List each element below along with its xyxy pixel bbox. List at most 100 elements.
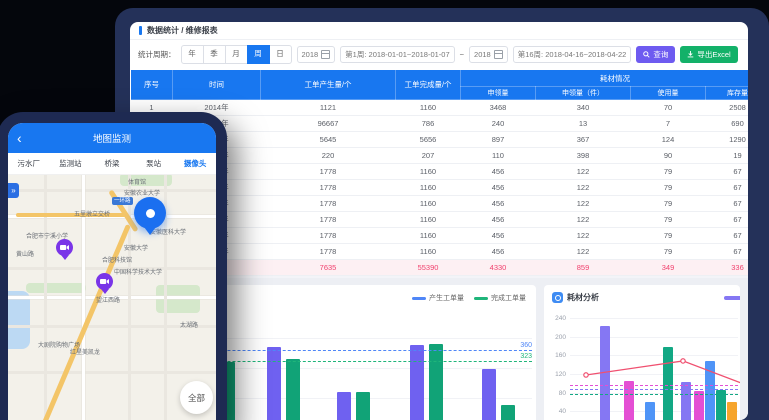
- breadcrumb-text: 数据统计 / 维修报表: [147, 25, 218, 36]
- y-tick-label: 120: [546, 371, 566, 378]
- y-tick-label: 200: [546, 334, 566, 341]
- sub-col-header: 申领量（件）: [536, 87, 631, 100]
- table-cell: 786: [396, 116, 461, 132]
- period-label: 统计周期：: [138, 49, 176, 60]
- table-cell: 207: [396, 148, 461, 164]
- bar-generated: [410, 345, 424, 420]
- map-road: [8, 371, 216, 374]
- col-header: 序号: [131, 70, 173, 100]
- table-cell: 1160: [396, 212, 461, 228]
- table-cell: 1778: [261, 212, 396, 228]
- period-option-季[interactable]: 季: [203, 45, 226, 64]
- phone-tab-摄像头[interactable]: 摄像头: [174, 158, 216, 169]
- table-cell: 1160: [396, 164, 461, 180]
- table-cell: 124: [631, 132, 706, 148]
- table-cell: 90: [631, 148, 706, 164]
- bar-generated: [337, 392, 351, 420]
- sub-col-header: 使用量: [631, 87, 706, 100]
- table-cell: 1778: [261, 228, 396, 244]
- breadcrumb-accent-bar: [139, 26, 142, 35]
- map-label: 安徽农业大学: [124, 188, 160, 197]
- y-tick-label: 240: [546, 315, 566, 322]
- table-cell: 456: [461, 180, 536, 196]
- table-cell: 3468: [461, 100, 536, 116]
- export-excel-button[interactable]: 导出Excel: [680, 46, 737, 63]
- table-cell: 67: [706, 244, 749, 260]
- map-label: 太湖路: [180, 320, 198, 329]
- camera-pin[interactable]: [96, 273, 113, 290]
- table-cell: 456: [461, 196, 536, 212]
- table-cell: 1160: [396, 228, 461, 244]
- period-option-月[interactable]: 月: [225, 45, 248, 64]
- table-cell: 456: [461, 212, 536, 228]
- legend-label: 完成工单量: [491, 293, 526, 303]
- table-cell: 122: [536, 228, 631, 244]
- road-badge: 一环路: [112, 197, 133, 205]
- chart-legend: 产生工单量 完成工单量: [412, 293, 526, 303]
- markline-value: 360: [520, 342, 532, 349]
- table-cell: 13: [536, 116, 631, 132]
- phone-tab-监测站[interactable]: 监测站: [50, 158, 92, 169]
- bar-completed: [501, 405, 515, 420]
- range-separator: ~: [460, 50, 464, 59]
- table-cell: 1160: [396, 100, 461, 116]
- table-cell: 67: [706, 196, 749, 212]
- summary-cell: 336: [706, 260, 749, 276]
- legend-swatch: [724, 296, 740, 300]
- bar-completed: [356, 392, 370, 420]
- legend-item[interactable]: 产生工单量: [412, 293, 464, 303]
- table-cell: 220: [261, 148, 396, 164]
- period-option-周[interactable]: 周: [247, 45, 270, 64]
- table-cell: 96667: [261, 116, 396, 132]
- legend-item[interactable]: 完成工单量: [474, 293, 526, 303]
- card-title: 耗材分析: [567, 292, 599, 303]
- table-cell: 122: [536, 212, 631, 228]
- start-year-select[interactable]: 2018: [297, 46, 336, 63]
- end-year-select[interactable]: 2018: [469, 46, 508, 63]
- drawer-toggle-icon[interactable]: »: [8, 183, 19, 198]
- table-cell: 110: [461, 148, 536, 164]
- start-week-input[interactable]: 第1周: 2018-01-01~2018-01-07: [340, 46, 454, 63]
- table-cell: 79: [631, 212, 706, 228]
- table-cell: 1778: [261, 164, 396, 180]
- table-cell: 122: [536, 180, 631, 196]
- period-option-日[interactable]: 日: [269, 45, 292, 64]
- calendar-icon: [494, 50, 503, 59]
- map-road: [128, 175, 131, 420]
- table-cell: 1778: [261, 196, 396, 212]
- camera-pin[interactable]: [56, 239, 73, 256]
- table-cell: 897: [461, 132, 536, 148]
- search-icon: [643, 51, 650, 58]
- query-button[interactable]: 查询: [636, 46, 675, 63]
- back-icon[interactable]: ‹: [17, 131, 22, 145]
- map-highway: [42, 224, 131, 420]
- camera-icon: [100, 278, 109, 285]
- sub-col-header: 库存量: [706, 87, 749, 100]
- table-cell: 67: [706, 228, 749, 244]
- selected-camera-pin[interactable]: [134, 197, 166, 229]
- show-all-button[interactable]: 全部: [180, 381, 213, 414]
- map-label: 五里墩立交桥: [74, 209, 110, 218]
- phone-tab-桥梁[interactable]: 桥梁: [91, 158, 133, 169]
- map-view[interactable]: 一环路 体育馆安徽农业大学五里墩立交桥合肥市宁溪小学安徽医科大学安徽大学黄山路合…: [8, 175, 216, 420]
- summary-cell: 55390: [396, 260, 461, 276]
- phone-frame: ‹ 地图监测 污水厂监测站桥梁泵站摄像头: [0, 112, 227, 420]
- phone-tab-泵站[interactable]: 泵站: [133, 158, 175, 169]
- period-option-年[interactable]: 年: [181, 45, 204, 64]
- sub-col-header: 申领量: [461, 87, 536, 100]
- breadcrumb: 数据统计 / 维修报表: [130, 22, 748, 40]
- end-week-input[interactable]: 第16周: 2018-04-16~2018-04-22: [513, 46, 632, 63]
- map-label: 体育馆: [128, 177, 146, 186]
- phone-screen: ‹ 地图监测 污水厂监测站桥梁泵站摄像头: [8, 123, 216, 420]
- table-cell: 67: [706, 180, 749, 196]
- phone-tab-bar: 污水厂监测站桥梁泵站摄像头: [8, 153, 216, 175]
- y-tick-label: 80: [546, 390, 566, 397]
- table-cell: 67: [706, 212, 749, 228]
- phone-tab-污水厂[interactable]: 污水厂: [8, 158, 50, 169]
- map-label: 合肥科技馆: [102, 255, 132, 264]
- table-cell: 398: [536, 148, 631, 164]
- legend-line-swatch: [474, 297, 488, 300]
- table-cell: 79: [631, 244, 706, 260]
- table-row[interactable]: 12014年112111603468340702508: [131, 100, 749, 116]
- bar-completed: [429, 344, 443, 420]
